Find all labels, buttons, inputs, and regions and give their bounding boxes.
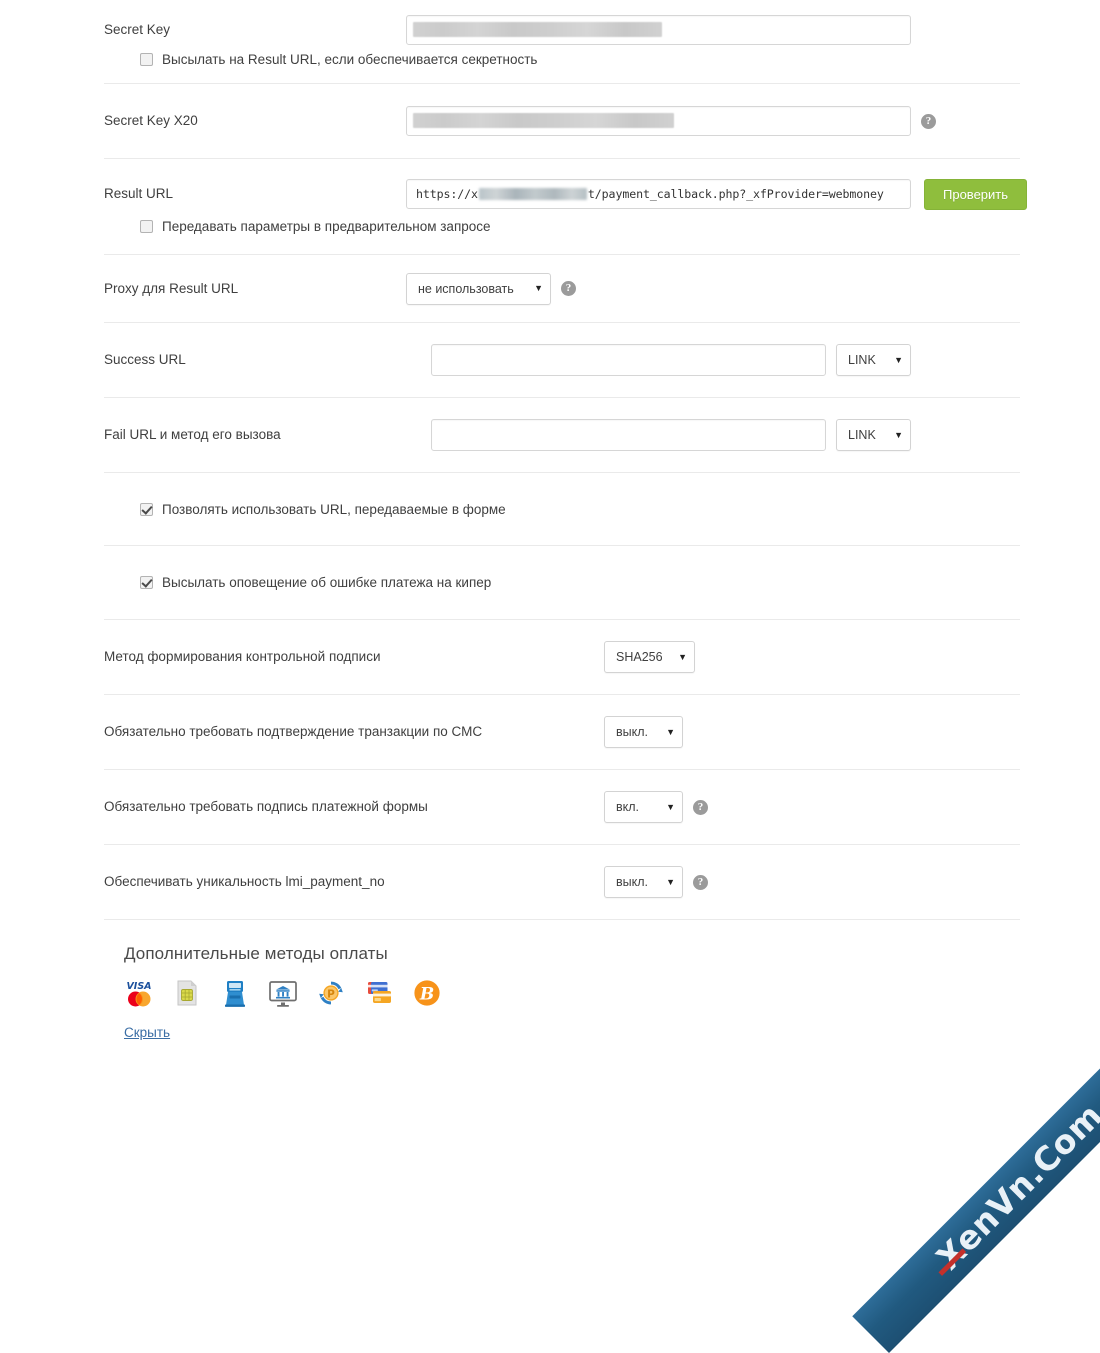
checkbox-notify-payment-error[interactable]: Высылать оповещение об ошибке платежа на… <box>140 575 491 590</box>
proxy-result-url-select[interactable]: не использовать ▼ <box>406 272 551 305</box>
result-url-input[interactable]: https://x t/payment_callback.php?_xfProv… <box>406 179 911 209</box>
proxy-result-url-select-value: не использовать <box>418 281 514 296</box>
unique-payment-no-value: выкл. <box>616 875 649 889</box>
checkbox-pass-params-preliminary[interactable]: Передавать параметры в предварительном з… <box>104 219 1020 254</box>
watermark-ribbon: XenVn.Com <box>852 1019 1100 1353</box>
merchant-settings-form: Secret Key Высылать на Result URL, если … <box>104 0 1028 1040</box>
checkbox-pass-params-preliminary-box[interactable] <box>140 220 153 233</box>
label-require-sms-confirm: Обязательно требовать подтверждение тран… <box>104 724 483 740</box>
row-unique-payment-no: Обеспечивать уникальность lmi_payment_no… <box>104 845 1020 920</box>
help-icon-proxy-result-url[interactable]: ? <box>561 281 576 296</box>
checkbox-allow-form-urls-box[interactable] <box>140 502 153 516</box>
bitcoin-icon[interactable]: B <box>412 978 442 1008</box>
row-require-form-signature: Обязательно требовать подпись платежной … <box>104 770 1020 845</box>
result-url-suffix: t/payment_callback.php?_xfProvider=webmo… <box>587 187 884 201</box>
checkbox-allow-form-urls[interactable]: Позволять использовать URL, передаваемые… <box>140 502 506 517</box>
label-secret-key: Secret Key <box>104 22 171 38</box>
row-proxy-result-url: Proxy для Result URL не использовать ▼ ? <box>104 255 1020 323</box>
svg-text:VISA: VISA <box>126 981 151 992</box>
currency-exchange-icon[interactable]: P <box>316 978 346 1008</box>
fail-url-method-select[interactable]: LINK ▼ <box>836 419 911 451</box>
help-icon-unique-payment-no[interactable]: ? <box>693 874 708 890</box>
secret-key-x20-redacted-value <box>413 113 674 128</box>
unique-payment-no-select[interactable]: выкл. ▼ <box>604 866 683 898</box>
success-url-input[interactable] <box>431 344 826 376</box>
chevron-down-icon: ▼ <box>678 651 687 662</box>
label-secret-key-x20: Secret Key X20 <box>104 113 198 129</box>
chevron-down-icon: ▼ <box>534 283 543 293</box>
checkbox-notify-payment-error-box[interactable] <box>140 576 153 589</box>
checkbox-pass-params-preliminary-label: Передавать параметры в предварительном з… <box>162 219 491 234</box>
chevron-down-icon: ▼ <box>894 354 903 365</box>
chevron-down-icon: ▼ <box>894 429 903 440</box>
help-icon-secret-key-x20[interactable]: ? <box>921 113 936 129</box>
signature-method-select[interactable]: SHA256 ▼ <box>604 641 695 673</box>
row-require-sms-confirm: Обязательно требовать подтверждение тран… <box>104 695 1020 770</box>
check-result-url-button[interactable]: Проверить <box>924 178 1028 210</box>
section-extra-payment-methods: Дополнительные методы оплаты VISA P B Ск… <box>104 920 1020 1040</box>
checkbox-send-to-result-url[interactable]: Высылать на Result URL, если обеспечивае… <box>104 52 1020 83</box>
label-success-url: Success URL <box>104 352 186 368</box>
result-url-redacted-host <box>478 188 587 200</box>
secret-key-x20-input-wrap <box>406 106 911 136</box>
chevron-down-icon: ▼ <box>666 801 675 812</box>
checkbox-send-to-result-url-label: Высылать на Result URL, если обеспечивае… <box>162 52 538 67</box>
sim-card-icon[interactable] <box>172 978 202 1008</box>
hide-extra-methods-link[interactable]: Скрыть <box>124 1025 170 1040</box>
row-fail-url: Fail URL и метод его вызова LINK ▼ <box>104 398 1020 473</box>
success-url-method-select[interactable]: LINK ▼ <box>836 344 911 376</box>
label-require-form-signature: Обязательно требовать подпись платежной … <box>104 799 428 815</box>
row-signature-method: Метод формирования контрольной подписи S… <box>104 620 1020 695</box>
signature-method-value: SHA256 <box>616 650 663 664</box>
secret-key-input-wrap <box>406 15 911 45</box>
row-result-url: Result URL https://x t/payment_callback.… <box>104 159 1028 255</box>
chevron-down-icon: ▼ <box>666 726 675 737</box>
svg-text:B: B <box>419 985 434 1005</box>
label-proxy-result-url: Proxy для Result URL <box>104 280 239 296</box>
require-sms-confirm-value: выкл. <box>616 725 649 739</box>
fail-url-input[interactable] <box>431 419 826 451</box>
checkbox-allow-form-urls-label: Позволять использовать URL, передаваемые… <box>162 501 506 517</box>
extra-methods-icon-list: VISA P B <box>124 978 1020 1008</box>
row-secret-key: Secret Key Высылать на Result URL, если … <box>104 0 1020 84</box>
success-url-method-value: LINK <box>848 353 876 367</box>
row-allow-form-urls: Позволять использовать URL, передаваемые… <box>104 473 1020 546</box>
internet-banking-icon[interactable] <box>268 978 298 1008</box>
visa-mastercard-icon[interactable]: VISA <box>124 978 154 1008</box>
row-secret-key-x20: Secret Key X20 ? <box>104 84 1020 159</box>
label-result-url: Result URL <box>104 186 174 202</box>
bank-cards-icon[interactable] <box>364 978 394 1008</box>
require-form-signature-select[interactable]: вкл. ▼ <box>604 791 683 823</box>
payment-terminal-icon[interactable] <box>220 978 250 1008</box>
label-signature-method: Метод формирования контрольной подписи <box>104 649 381 665</box>
require-form-signature-value: вкл. <box>616 800 640 814</box>
label-unique-payment-no: Обеспечивать уникальность lmi_payment_no <box>104 874 385 890</box>
svg-text:P: P <box>327 988 335 1000</box>
label-fail-url: Fail URL и метод его вызова <box>104 427 281 443</box>
checkbox-notify-payment-error-label: Высылать оповещение об ошибке платежа на… <box>162 575 492 590</box>
secret-key-redacted-value <box>413 22 662 37</box>
row-notify-payment-error: Высылать оповещение об ошибке платежа на… <box>104 546 1020 620</box>
result-url-prefix: https://x <box>416 187 478 201</box>
fail-url-method-value: LINK <box>848 428 876 442</box>
help-icon-require-form-signature[interactable]: ? <box>693 799 708 815</box>
row-success-url: Success URL LINK ▼ <box>104 323 1020 398</box>
checkbox-send-to-result-url-box[interactable] <box>140 53 153 66</box>
chevron-down-icon: ▼ <box>666 876 675 887</box>
extra-methods-title: Дополнительные методы оплаты <box>124 944 388 963</box>
watermark-text: XenVn.Com <box>928 1095 1100 1277</box>
require-sms-confirm-select[interactable]: выкл. ▼ <box>604 716 683 748</box>
